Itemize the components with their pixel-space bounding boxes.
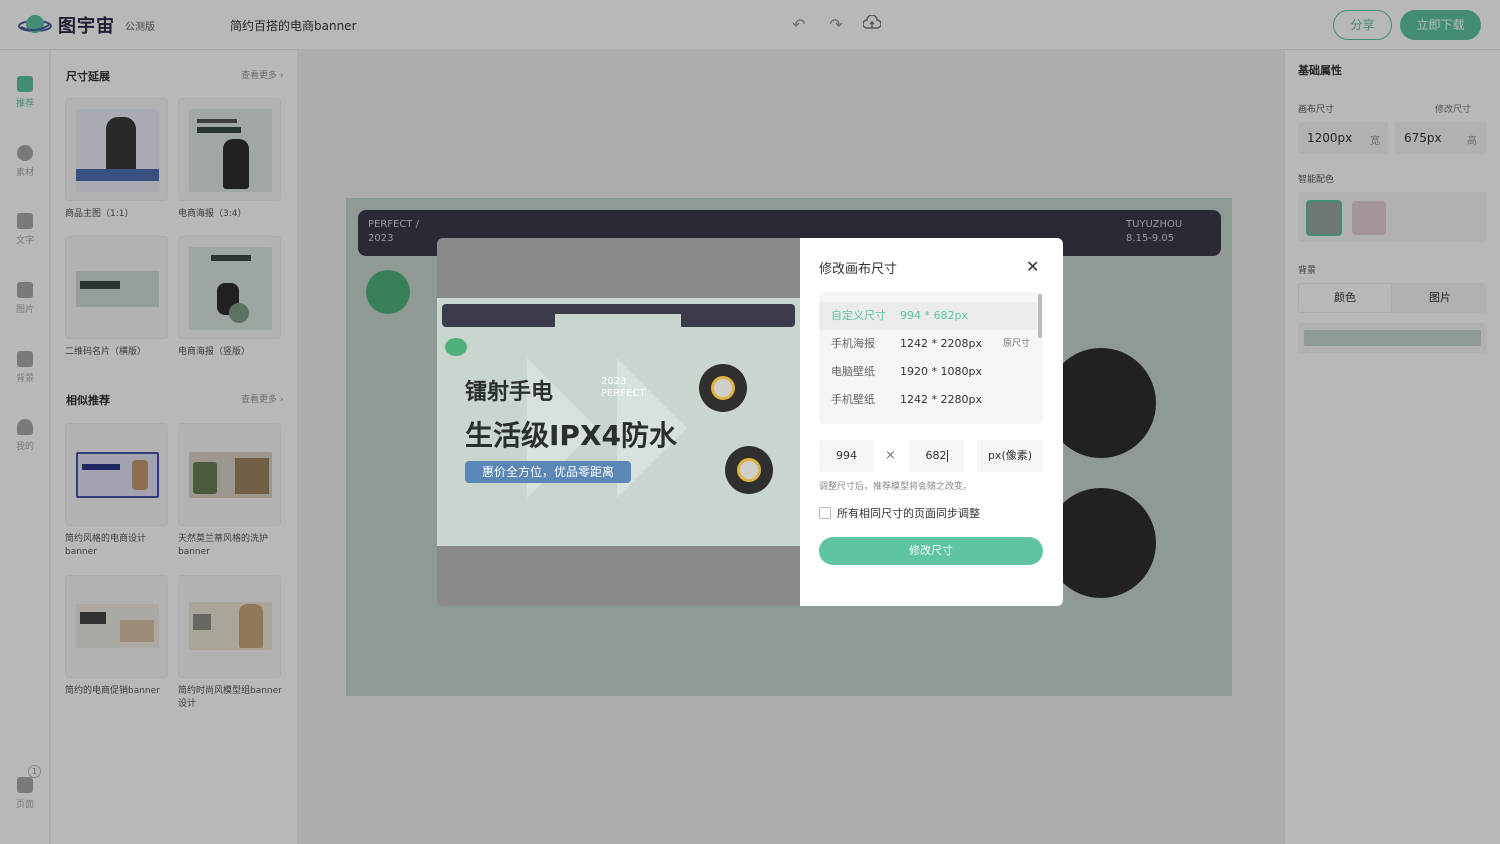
list-item[interactable]: 自定义尺寸 994 * 682px — [819, 302, 1037, 330]
preset-size: 1242 * 2208px — [900, 337, 982, 350]
list-item[interactable]: 电脑壁纸 1920 * 1080px — [819, 358, 1037, 386]
height-input[interactable]: 682 — [909, 440, 964, 472]
text-cursor — [946, 450, 948, 462]
preset-name: 电脑壁纸 — [831, 365, 875, 378]
original-size-tag: 原尺寸 — [1003, 339, 1031, 349]
resize-submit-button[interactable]: 修改尺寸 — [819, 537, 1043, 565]
preset-name: 手机海报 — [831, 337, 875, 350]
resize-preview: 镭射手电 2023 PERFECT 生活级IPX4防水 惠价全方位，优品零距离 — [437, 238, 800, 606]
times-icon: × — [885, 448, 896, 463]
preset-name: 自定义尺寸 — [831, 309, 886, 322]
preset-name: 手机壁纸 — [831, 393, 875, 406]
preview-title-line2: 生活级IPX4防水 — [465, 419, 678, 452]
preview-perfect: PERFECT — [601, 388, 646, 399]
height-input-value: 682 — [925, 449, 947, 462]
flashlight-image — [725, 446, 773, 494]
preview-banner: 镭射手电 2023 PERFECT 生活级IPX4防水 惠价全方位，优品零距离 — [437, 298, 800, 546]
sync-checkbox[interactable] — [819, 507, 831, 519]
flashlight-image — [699, 364, 747, 412]
size-preset-list[interactable]: 自定义尺寸 994 * 682px 手机海报 1242 * 2208px 原尺寸… — [819, 292, 1043, 424]
list-item[interactable]: 手机壁纸 1242 * 2280px — [819, 386, 1037, 414]
width-input[interactable]: 994 — [819, 440, 874, 472]
preview-tagline: 惠价全方位，优品零距离 — [465, 461, 631, 483]
preview-header-notch — [555, 314, 681, 332]
sync-checkbox-label[interactable]: 所有相同尺寸的页面同步调整 — [837, 505, 980, 521]
dialog-title: 修改画布尺寸 — [819, 262, 898, 277]
preset-size: 1242 * 2280px — [900, 393, 982, 406]
preset-size: 994 * 682px — [900, 309, 968, 322]
resize-hint: 调整尺寸后，推荐模型将会随之改变。 — [819, 482, 973, 492]
close-icon[interactable]: ✕ — [1026, 257, 1039, 276]
list-scrollbar[interactable] — [1038, 294, 1042, 338]
preview-year: 2023 — [601, 376, 627, 387]
preset-size: 1920 * 1080px — [900, 365, 982, 378]
planet-decoration-icon — [445, 338, 467, 356]
unit-select[interactable]: px(像素) — [977, 440, 1043, 472]
list-item[interactable]: 手机海报 1242 * 2208px 原尺寸 — [819, 330, 1037, 358]
preview-title-line1: 镭射手电 — [465, 380, 554, 405]
resize-dialog: 修改画布尺寸 ✕ 自定义尺寸 994 * 682px 手机海报 1242 * 2… — [800, 238, 1063, 606]
